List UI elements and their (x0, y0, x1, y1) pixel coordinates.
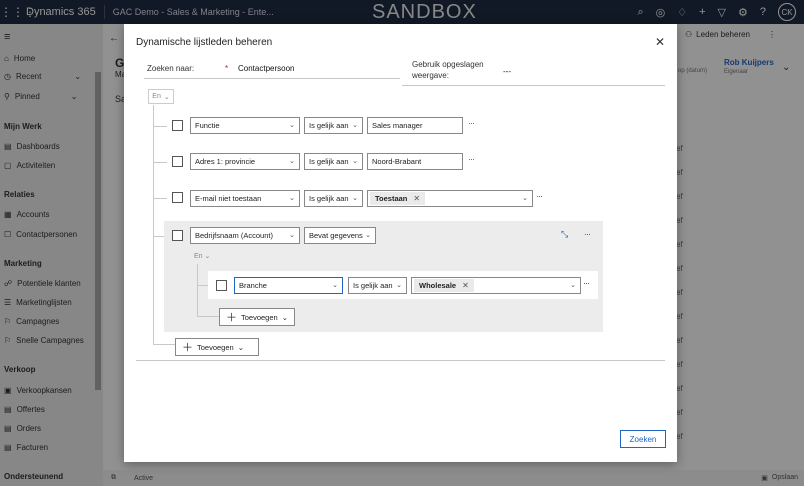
saved-view-label: Gebruik opgeslagen (412, 60, 484, 69)
value-input[interactable]: Sales manager (367, 117, 463, 134)
chevron-down-icon: ⌄ (522, 195, 528, 202)
value-tag: Toestaan ✕ (370, 192, 426, 205)
row-more-options-icon[interactable]: ··· (536, 191, 543, 201)
dialog-title: Dynamische lijstleden beheren (136, 37, 273, 48)
chevron-down-icon: ⌄ (163, 93, 170, 101)
chevron-down-icon: ⌄ (570, 282, 576, 289)
close-icon[interactable]: ✕ (655, 35, 665, 49)
row-select-checkbox[interactable] (172, 156, 183, 167)
saved-view-label: weergave: (412, 71, 449, 80)
row-more-options-icon[interactable]: ··· (468, 154, 475, 164)
tree-connector (153, 198, 167, 199)
search-entity-underline (144, 78, 400, 79)
chevron-down-icon: ⌄ (281, 312, 288, 322)
chevron-down-icon: ⌄ (352, 195, 358, 202)
chevron-down-icon: ⌄ (289, 158, 295, 165)
chevron-down-icon: ⌄ (352, 158, 358, 165)
add-inner-condition-button[interactable]: ＋ Toevoegen ⌄ (219, 308, 295, 326)
saved-view-underline (402, 85, 665, 86)
chevron-down-icon: ⌄ (237, 342, 244, 352)
chevron-down-icon: ⌄ (289, 122, 295, 129)
field-dropdown[interactable]: Adres 1: provincie ⌄ (190, 153, 300, 170)
plus-icon: ＋ (182, 342, 193, 354)
tree-connector (197, 264, 198, 317)
row-more-options-icon[interactable]: ··· (468, 118, 475, 128)
field-dropdown[interactable]: Functie ⌄ (190, 117, 300, 134)
group-more-options-icon[interactable]: ··· (584, 229, 591, 239)
operator-dropdown[interactable]: Is gelijk aan ⌄ (304, 117, 363, 134)
field-dropdown[interactable]: E-mail niet toestaan ⌄ (190, 190, 300, 207)
row-select-checkbox[interactable] (172, 120, 183, 131)
chevron-down-icon: ⌄ (289, 232, 295, 239)
chevron-down-icon: ⌄ (365, 232, 371, 239)
chevron-down-icon: ⌄ (289, 195, 295, 202)
tree-connector (197, 316, 219, 317)
operator-dropdown[interactable]: Is gelijk aan ⌄ (304, 190, 363, 207)
related-entity-dropdown[interactable]: Bedrijfsnaam (Account) ⌄ (190, 227, 300, 244)
chevron-down-icon: ⌄ (204, 253, 211, 260)
tree-connector (153, 126, 167, 127)
group-operator-dropdown[interactable]: En ⌄ (148, 89, 174, 104)
operator-dropdown[interactable]: Is gelijk aan ⌄ (304, 153, 363, 170)
remove-tag-icon[interactable]: ✕ (413, 194, 420, 203)
value-tag: Wholesale ✕ (414, 279, 474, 292)
row-more-options-icon[interactable]: ··· (583, 278, 590, 288)
dialog-divider (136, 360, 665, 361)
chevron-down-icon: ⌄ (396, 282, 402, 289)
manage-members-dialog: Dynamische lijstleden beheren ✕ Zoeken n… (124, 24, 677, 462)
field-dropdown[interactable]: Branche ⌄ (234, 277, 343, 294)
search-button[interactable]: Zoeken (620, 430, 666, 448)
row-select-checkbox[interactable] (172, 230, 183, 241)
row-select-checkbox[interactable] (172, 192, 183, 203)
search-for-label: Zoeken naar: (147, 64, 195, 73)
chevron-down-icon: ⌄ (332, 282, 338, 289)
add-condition-button[interactable]: ＋ Toevoegen ⌄ (175, 338, 259, 356)
chevron-down-icon: ⌄ (352, 122, 358, 129)
tree-connector (153, 162, 167, 163)
collapse-icon[interactable]: ⤡ (561, 229, 568, 240)
remove-tag-icon[interactable]: ✕ (462, 281, 469, 290)
saved-view-field[interactable]: --- (503, 67, 511, 76)
plus-icon: ＋ (226, 312, 237, 324)
row-select-checkbox[interactable] (216, 280, 227, 291)
operator-dropdown[interactable]: Bevat gegevens ⌄ (304, 227, 376, 244)
value-input[interactable]: Noord-Brabant (367, 153, 463, 170)
required-asterisk: * (225, 64, 229, 73)
inner-group-operator[interactable]: En ⌄ (194, 252, 210, 260)
operator-dropdown[interactable]: Is gelijk aan ⌄ (348, 277, 407, 294)
search-entity-field[interactable]: Contactpersoon (238, 64, 294, 73)
tree-connector (153, 105, 154, 344)
tree-connector (153, 344, 175, 345)
tree-connector (197, 285, 208, 286)
